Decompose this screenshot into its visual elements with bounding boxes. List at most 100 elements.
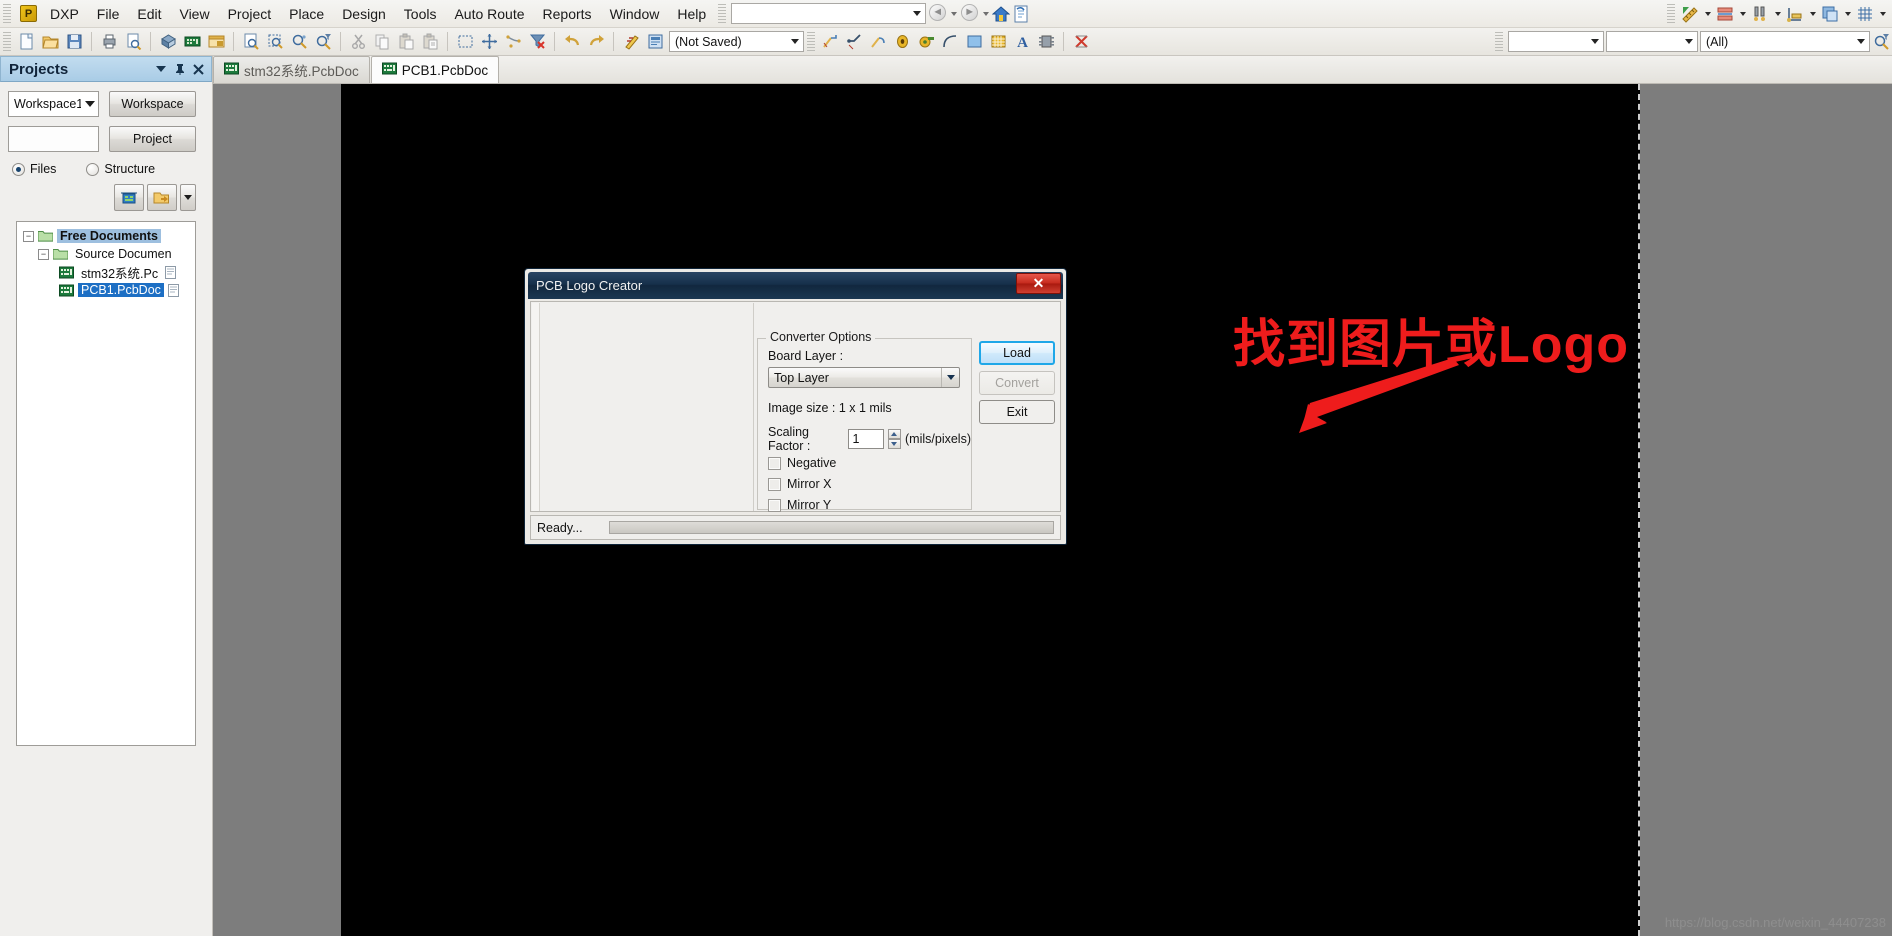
place-polygon-icon[interactable] <box>987 31 1009 53</box>
main-toolbar-grip[interactable] <box>3 31 11 52</box>
redo-icon[interactable] <box>585 31 607 53</box>
toolbar-grip[interactable] <box>3 3 11 24</box>
checkbox-mirror-x[interactable]: Mirror X <box>768 477 836 491</box>
chevron-down-icon[interactable] <box>1681 32 1697 51</box>
refresh-document-icon[interactable] <box>1013 5 1030 23</box>
chevron-down-icon[interactable] <box>909 4 925 23</box>
zoom-select-icon[interactable] <box>288 31 310 53</box>
menu-view[interactable]: View <box>170 2 218 26</box>
home-icon[interactable] <box>992 5 1011 23</box>
browse-icon[interactable] <box>644 31 666 53</box>
place-arc-center-icon[interactable] <box>939 31 961 53</box>
chevron-down-icon[interactable] <box>1587 32 1603 51</box>
board-shape-icon[interactable] <box>1819 3 1841 25</box>
menu-tools[interactable]: Tools <box>395 2 446 26</box>
stepper-down-icon[interactable] <box>887 439 902 449</box>
chevron-down-icon[interactable] <box>180 184 196 211</box>
address-combo[interactable] <box>731 3 927 24</box>
exit-button[interactable]: Exit <box>979 400 1055 424</box>
address-bar-grip[interactable] <box>718 3 727 24</box>
dimension-dropdown-icon[interactable] <box>1807 3 1818 25</box>
chevron-down-icon[interactable] <box>941 368 959 387</box>
close-icon[interactable] <box>190 61 207 78</box>
zoom-filter-icon[interactable] <box>312 31 334 53</box>
workspace-combo[interactable]: Workspace1.D <box>8 91 99 117</box>
radio-structure[interactable]: Structure <box>86 162 155 176</box>
chevron-down-icon[interactable] <box>81 101 98 107</box>
checkbox-mirror-x-box[interactable] <box>768 477 781 491</box>
board-layer-dropdown[interactable]: Top Layer <box>768 367 960 388</box>
zoom-document-icon[interactable] <box>240 31 262 53</box>
tree-node-source-documents[interactable]: − Source Documen <box>17 245 195 263</box>
place-arc-icon[interactable] <box>867 31 889 53</box>
align-icon[interactable] <box>502 31 524 53</box>
filter-all-combo[interactable]: (All) <box>1700 31 1870 52</box>
close-icon[interactable]: ✕ <box>1016 273 1061 294</box>
menu-project[interactable]: Project <box>219 2 281 26</box>
right-toolbar-grip[interactable] <box>1667 3 1675 24</box>
place-line-icon[interactable] <box>819 31 841 53</box>
delete-net-icon[interactable] <box>1070 31 1092 53</box>
filter-combo-2[interactable] <box>1606 31 1698 52</box>
checkbox-negative-box[interactable] <box>768 456 781 470</box>
open-folder-icon[interactable] <box>147 184 177 211</box>
tab-stm32[interactable]: stm32系统.PcbDoc <box>213 56 370 83</box>
3d-view-icon[interactable] <box>157 31 179 53</box>
open-document-icon[interactable] <box>39 31 61 53</box>
ruler-measure-icon[interactable] <box>1679 3 1701 25</box>
layer-stack-icon[interactable] <box>1714 3 1736 25</box>
place-fill-icon[interactable] <box>963 31 985 53</box>
copy-icon[interactable] <box>371 31 393 53</box>
filter-combo-1[interactable] <box>1508 31 1604 52</box>
menu-reports[interactable]: Reports <box>534 2 601 26</box>
dimension-icon[interactable] <box>1784 3 1806 25</box>
filter-toolbar-grip[interactable] <box>1495 31 1503 52</box>
back-dropdown-icon[interactable] <box>949 5 958 23</box>
place-track-icon[interactable] <box>843 31 865 53</box>
zoom-area-icon[interactable] <box>264 31 286 53</box>
dialog-titlebar[interactable]: PCB Logo Creator ✕ <box>528 272 1063 299</box>
board-dropdown-icon[interactable] <box>1842 3 1853 25</box>
load-button[interactable]: Load <box>979 341 1055 365</box>
zoom-filter-icon[interactable] <box>1870 31 1892 53</box>
scaling-factor-stepper[interactable] <box>887 429 902 449</box>
menu-place[interactable]: Place <box>280 2 333 26</box>
tree-node-free-documents[interactable]: − Free Documents <box>17 227 195 245</box>
image-preview-pane[interactable] <box>532 303 754 511</box>
nav-back-button[interactable]: ◄ <box>929 3 949 24</box>
draw-toolbar-grip[interactable] <box>807 31 815 52</box>
menu-file[interactable]: File <box>88 2 129 26</box>
cut-icon[interactable] <box>347 31 369 53</box>
pcb-chip-icon[interactable] <box>114 184 144 211</box>
place-via-icon[interactable] <box>915 31 937 53</box>
document-combo[interactable]: (Not Saved) <box>669 31 804 52</box>
ruler-dropdown-icon[interactable] <box>1702 3 1713 25</box>
print-preview-icon[interactable] <box>122 31 144 53</box>
menu-help[interactable]: Help <box>668 2 715 26</box>
place-string-icon[interactable]: A <box>1011 31 1033 53</box>
place-component-icon[interactable] <box>1035 31 1057 53</box>
menu-edit[interactable]: Edit <box>128 2 170 26</box>
menu-window[interactable]: Window <box>601 2 669 26</box>
chevron-down-icon[interactable] <box>1853 32 1869 51</box>
checkbox-mirror-y[interactable]: Mirror Y <box>768 498 836 512</box>
tree-node-file-pcb1[interactable]: PCB1.PcbDoc <box>17 281 195 299</box>
scaling-factor-input[interactable]: 1 <box>847 429 884 449</box>
radio-files[interactable]: Files <box>12 162 56 176</box>
menu-auto-route[interactable]: Auto Route <box>445 2 533 26</box>
component-place-icon[interactable] <box>1749 3 1771 25</box>
cross-probe-icon[interactable] <box>620 31 642 53</box>
collapse-toggle-icon[interactable]: − <box>38 248 49 260</box>
undo-icon[interactable] <box>561 31 583 53</box>
panels-icon[interactable] <box>205 31 227 53</box>
chevron-down-icon[interactable] <box>787 32 803 51</box>
move-icon[interactable] <box>478 31 500 53</box>
print-icon[interactable] <box>98 31 120 53</box>
checkbox-mirror-y-box[interactable] <box>768 498 781 512</box>
preview-scrollbar[interactable] <box>532 303 540 511</box>
paste-special-icon[interactable] <box>419 31 441 53</box>
collapse-toggle-icon[interactable]: − <box>23 230 34 242</box>
forward-dropdown-icon[interactable] <box>981 5 990 23</box>
chevron-down-icon[interactable] <box>152 61 169 78</box>
place-pad-icon[interactable] <box>891 31 913 53</box>
